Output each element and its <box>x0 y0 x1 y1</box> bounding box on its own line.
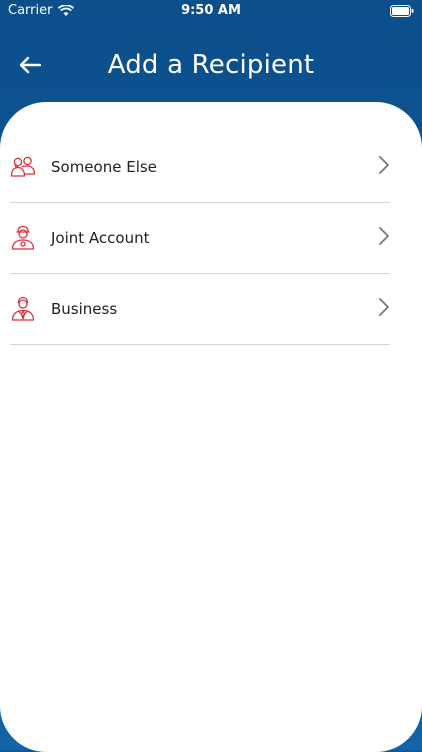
business-person-icon <box>10 295 36 323</box>
recipient-list: Someone Else Joint Account Business <box>10 132 390 345</box>
recipient-item-business[interactable]: Business <box>10 274 390 345</box>
chevron-right-icon <box>379 156 389 174</box>
recipient-label: Someone Else <box>51 158 157 176</box>
recipient-item-someone-else[interactable]: Someone Else <box>10 132 390 203</box>
status-time: 9:50 AM <box>181 3 241 18</box>
joint-account-person-icon <box>10 224 36 252</box>
chevron-right-icon <box>379 227 389 245</box>
group-people-icon <box>10 153 36 181</box>
recipient-label: Business <box>51 300 118 318</box>
header: Add a Recipient <box>0 40 422 90</box>
chevron-right-icon <box>379 298 389 316</box>
content-card: Someone Else Joint Account Business <box>0 102 422 752</box>
battery-icon <box>390 5 414 17</box>
page-title: Add a Recipient <box>107 50 315 80</box>
recipient-item-joint-account[interactable]: Joint Account <box>10 203 390 274</box>
recipient-label: Joint Account <box>51 229 150 247</box>
status-bar: Carrier 9:50 AM <box>0 0 422 22</box>
